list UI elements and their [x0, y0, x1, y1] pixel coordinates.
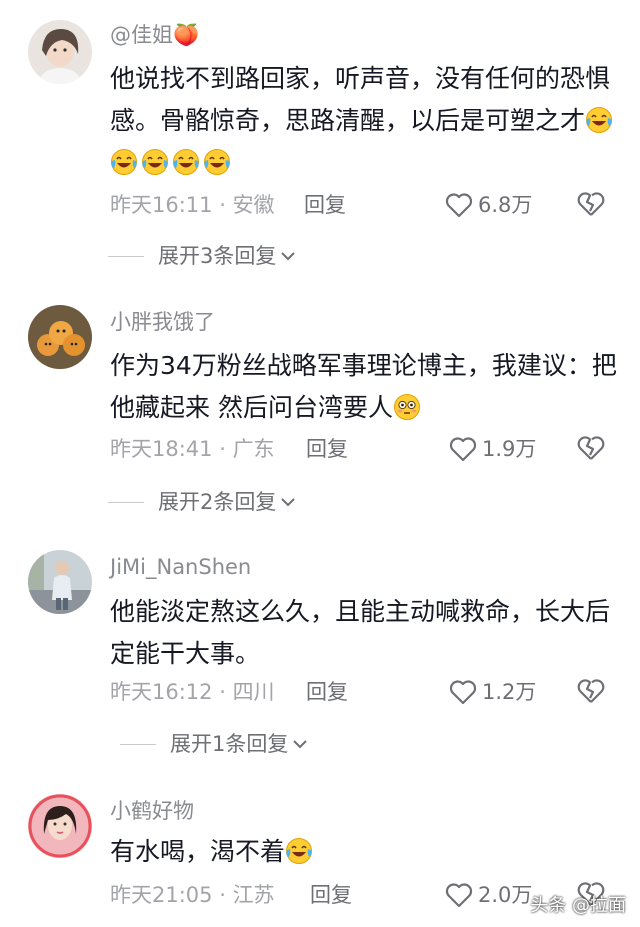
reply-button[interactable]: 回复 [304, 190, 346, 220]
laughing-crying-emoji [285, 837, 316, 866]
comment-text: 作为34万粉丝战略军事理论博主，我建议：把他藏起来 然后问台湾要人 [110, 345, 620, 429]
chevron-down-icon [281, 498, 296, 507]
flushed-face-emoji [393, 393, 424, 422]
comment-time: 昨天21:05 [110, 883, 213, 907]
expand-replies-label: 展开3条回复 [158, 244, 277, 268]
comment-time: 昨天18:41 [110, 437, 213, 461]
dislike-button[interactable] [577, 191, 605, 221]
comment-text-content: 作为34万粉丝战略军事理论博主，我建议：把他藏起来 然后问台湾要人 [110, 351, 617, 422]
like-button[interactable]: 6.8万 [445, 190, 532, 220]
expand-replies-button[interactable]: 展开3条回复 [108, 241, 296, 271]
divider-line [120, 743, 156, 745]
chevron-down-icon [293, 740, 308, 749]
comment-location: 广东 [232, 437, 275, 461]
comment-meta: 昨天16:12 · 四川 [110, 677, 275, 707]
expand-replies-button[interactable]: 展开1条回复 [120, 729, 308, 759]
comment-location: 安徽 [232, 193, 275, 217]
like-button[interactable]: 2.0万 [445, 880, 532, 910]
like-count: 2.0万 [478, 883, 533, 907]
comment-text: 有水喝，渴不着 [110, 831, 620, 873]
laughing-crying-emoji [111, 149, 137, 175]
avatar[interactable] [28, 550, 92, 614]
divider-line [108, 255, 144, 257]
meta-separator: · [212, 883, 233, 907]
reply-button[interactable]: 回复 [306, 677, 348, 707]
comment-text: 他说找不到路回家，听声音，没有任何的恐惧感。骨骼惊奇，思路清醒，以后是可塑之才 [110, 58, 620, 184]
heart-icon [449, 680, 477, 705]
expand-replies-label: 展开2条回复 [158, 490, 277, 514]
comment-text-content: 他能淡定熬这么久，且能主动喊救命，长大后定能干大事。 [110, 597, 611, 668]
username[interactable]: 小鹤好物 [110, 796, 194, 826]
avatar[interactable] [28, 305, 92, 369]
expand-replies-label: 展开1条回复 [170, 732, 289, 756]
laughing-crying-emoji [204, 149, 230, 175]
laughing-crying-emoji [586, 107, 613, 133]
username[interactable]: JiMi_NanShen [110, 552, 251, 582]
username[interactable]: 小胖我饿了 [110, 307, 215, 337]
comment-time: 昨天16:12 [110, 680, 213, 704]
meta-separator: · [212, 437, 233, 461]
watermark: 头条 @拉面 [530, 895, 626, 916]
like-count: 1.2万 [482, 680, 537, 704]
avatar[interactable] [28, 794, 92, 858]
like-button[interactable]: 1.9万 [449, 434, 536, 464]
comment-text: 他能淡定熬这么久，且能主动喊救命，长大后定能干大事。 [110, 591, 620, 675]
username[interactable]: @佳姐🍑 [110, 20, 199, 50]
avatar[interactable] [28, 20, 92, 84]
laughing-crying-emoji [142, 149, 168, 175]
comment-meta: 昨天18:41 · 广东 [110, 434, 275, 464]
laughing-crying-emoji [286, 838, 313, 864]
dislike-button[interactable] [577, 678, 605, 708]
comment-location: 江苏 [232, 883, 275, 907]
like-count: 6.8万 [478, 193, 533, 217]
meta-separator: · [212, 680, 233, 704]
laughing-crying-emoji [173, 149, 199, 175]
comment-meta: 昨天21:05 · 江苏 [110, 880, 275, 910]
comment-meta: 昨天16:11 · 安徽 [110, 190, 275, 220]
meta-separator: · [212, 193, 233, 217]
heart-icon [445, 193, 473, 218]
like-count: 1.9万 [482, 437, 537, 461]
heart-icon [449, 437, 477, 462]
expand-replies-button[interactable]: 展开2条回复 [108, 487, 296, 517]
flushed-face-emoji [393, 394, 420, 420]
divider-line [108, 501, 144, 503]
dislike-button[interactable] [577, 435, 605, 465]
comment-time: 昨天16:11 [110, 193, 213, 217]
reply-button[interactable]: 回复 [306, 434, 348, 464]
like-button[interactable]: 1.2万 [449, 677, 536, 707]
comment-text-content: 有水喝，渴不着 [110, 837, 286, 866]
heart-icon [445, 883, 473, 908]
broken-heart-icon [577, 192, 605, 216]
comment-text-content: 他说找不到路回家，听声音，没有任何的恐惧感。骨骼惊奇，思路清醒，以后是可塑之才 [110, 64, 611, 135]
reply-button[interactable]: 回复 [310, 880, 352, 910]
broken-heart-icon [577, 679, 605, 703]
broken-heart-icon [577, 436, 605, 460]
chevron-down-icon [281, 252, 296, 261]
comment-location: 四川 [232, 680, 275, 704]
